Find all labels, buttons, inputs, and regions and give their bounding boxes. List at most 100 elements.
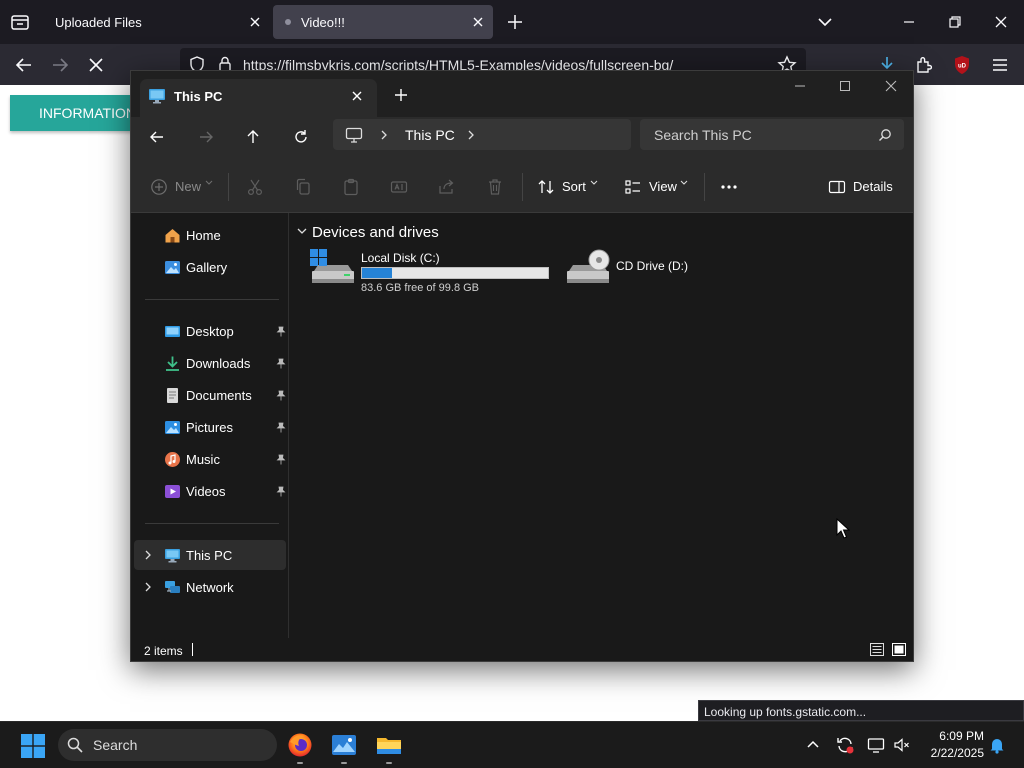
sidebar-item-downloads[interactable]: Downloads	[134, 348, 286, 378]
chevron-up-icon[interactable]	[804, 736, 822, 754]
drive-usage-bar	[361, 267, 549, 279]
sidebar-item-this-pc[interactable]: This PC	[134, 540, 286, 570]
notification-bell-icon[interactable]	[988, 736, 1006, 754]
pin-icon[interactable]	[276, 390, 286, 401]
sidebar-item-music[interactable]: Music	[134, 444, 286, 474]
pin-icon[interactable]	[276, 326, 286, 337]
paste-icon[interactable]	[342, 178, 360, 196]
sidebar-item-label: Network	[186, 580, 234, 595]
close-tab-icon[interactable]	[471, 15, 485, 29]
close-window-icon[interactable]	[991, 12, 1011, 32]
drive-item-c[interactable]: Local Disk (C:) 83.6 GB free of 99.8 GB	[310, 249, 550, 297]
sidebar-item-label: Downloads	[186, 356, 251, 371]
pin-icon[interactable]	[276, 454, 286, 465]
close-tab-icon[interactable]	[350, 89, 364, 103]
stop-loading-icon[interactable]	[85, 54, 107, 76]
pin-icon[interactable]	[276, 358, 286, 369]
search-input[interactable]: Search This PC	[640, 119, 904, 150]
new-button[interactable]: New	[175, 179, 201, 194]
more-options-icon[interactable]	[720, 178, 738, 196]
gallery-icon	[164, 259, 181, 276]
sync-icon[interactable]	[836, 736, 854, 754]
sidebar-item-home[interactable]: Home	[134, 220, 286, 250]
breadcrumb[interactable]: This PC	[405, 127, 455, 143]
photos-icon[interactable]	[331, 732, 357, 758]
ublock-origin-icon[interactable]: uD	[951, 54, 973, 76]
up-arrow-icon[interactable]	[244, 128, 262, 146]
sidebar-item-gallery[interactable]: Gallery	[134, 252, 286, 282]
tab-list-icon[interactable]	[9, 11, 31, 33]
address-bar[interactable]: This PC	[333, 119, 631, 150]
explorer-command-bar: New Sort View Details	[131, 161, 913, 213]
minimize-icon[interactable]	[899, 12, 919, 32]
loading-favicon-icon	[282, 16, 294, 28]
sidebar-item-network[interactable]: Network	[134, 572, 286, 602]
view-icon[interactable]	[624, 178, 642, 196]
group-header[interactable]: Devices and drives	[312, 224, 439, 241]
clock-time[interactable]: 6:09 PM	[930, 729, 984, 743]
clock-date[interactable]: 2/22/2025	[920, 746, 984, 760]
chevron-down-icon	[205, 180, 223, 198]
music-icon	[164, 451, 181, 468]
browser-tab[interactable]: Uploaded Files	[44, 5, 270, 39]
new-plus-icon[interactable]	[150, 178, 168, 196]
sort-icon[interactable]	[537, 178, 555, 196]
details-pane-icon[interactable]	[828, 178, 846, 196]
taskbar-search[interactable]: Search	[58, 729, 277, 761]
maximize-icon[interactable]	[838, 79, 852, 93]
sidebar-item-pictures[interactable]: Pictures	[134, 412, 286, 442]
item-count: 2 items	[144, 644, 183, 658]
large-icons-view-icon[interactable]	[892, 643, 906, 656]
taskbar-search-label: Search	[93, 737, 138, 753]
pin-icon[interactable]	[276, 486, 286, 497]
details-view-icon[interactable]	[870, 643, 884, 656]
close-window-icon[interactable]	[884, 79, 898, 93]
chevron-right-icon[interactable]	[379, 129, 389, 141]
file-explorer-icon[interactable]	[376, 732, 402, 758]
chevron-down-icon[interactable]	[815, 12, 835, 32]
explorer-tab-title: This PC	[174, 89, 223, 104]
windows-start-icon[interactable]	[21, 734, 45, 758]
search-icon[interactable]	[878, 128, 892, 142]
back-icon[interactable]	[148, 128, 166, 146]
volume-muted-icon[interactable]	[893, 736, 911, 754]
pin-icon[interactable]	[276, 422, 286, 433]
network-icon	[164, 579, 181, 596]
explorer-tab[interactable]: This PC	[140, 79, 377, 117]
tab-title: Uploaded Files	[55, 15, 142, 30]
back-icon[interactable]	[13, 54, 35, 76]
new-tab-icon[interactable]	[505, 12, 525, 32]
extensions-icon[interactable]	[913, 54, 935, 76]
sort-button[interactable]: Sort	[562, 179, 586, 194]
browser-tab-active[interactable]: Video!!!	[273, 5, 493, 39]
minimize-icon[interactable]	[793, 79, 807, 93]
display-icon[interactable]	[867, 736, 885, 754]
refresh-icon[interactable]	[292, 128, 310, 146]
new-tab-icon[interactable]	[394, 88, 408, 102]
delete-icon[interactable]	[486, 178, 504, 196]
sidebar-item-documents[interactable]: Documents	[134, 380, 286, 410]
documents-icon	[164, 387, 181, 404]
sidebar-item-desktop[interactable]: Desktop	[134, 316, 286, 346]
details-button[interactable]: Details	[853, 179, 893, 194]
chevron-down-icon[interactable]	[297, 227, 307, 235]
share-icon[interactable]	[438, 178, 456, 196]
chevron-right-icon[interactable]	[144, 550, 152, 560]
menu-icon[interactable]	[989, 54, 1011, 76]
monitor-icon	[345, 127, 363, 143]
chevron-right-icon[interactable]	[144, 582, 152, 592]
chevron-right-icon[interactable]	[466, 129, 476, 141]
forward-icon[interactable]	[197, 128, 215, 146]
sidebar-item-videos[interactable]: Videos	[134, 476, 286, 506]
close-tab-icon[interactable]	[248, 15, 262, 29]
restore-icon[interactable]	[945, 12, 965, 32]
view-button[interactable]: View	[649, 179, 677, 194]
forward-icon[interactable]	[49, 54, 71, 76]
copy-icon[interactable]	[294, 178, 312, 196]
drive-item-d[interactable]: CD Drive (D:)	[565, 249, 725, 297]
cut-icon[interactable]	[246, 178, 264, 196]
rename-icon[interactable]	[390, 178, 408, 196]
firefox-icon[interactable]	[287, 732, 313, 758]
drive-free-space: 83.6 GB free of 99.8 GB	[361, 282, 480, 294]
sidebar-item-label: Gallery	[186, 260, 228, 275]
